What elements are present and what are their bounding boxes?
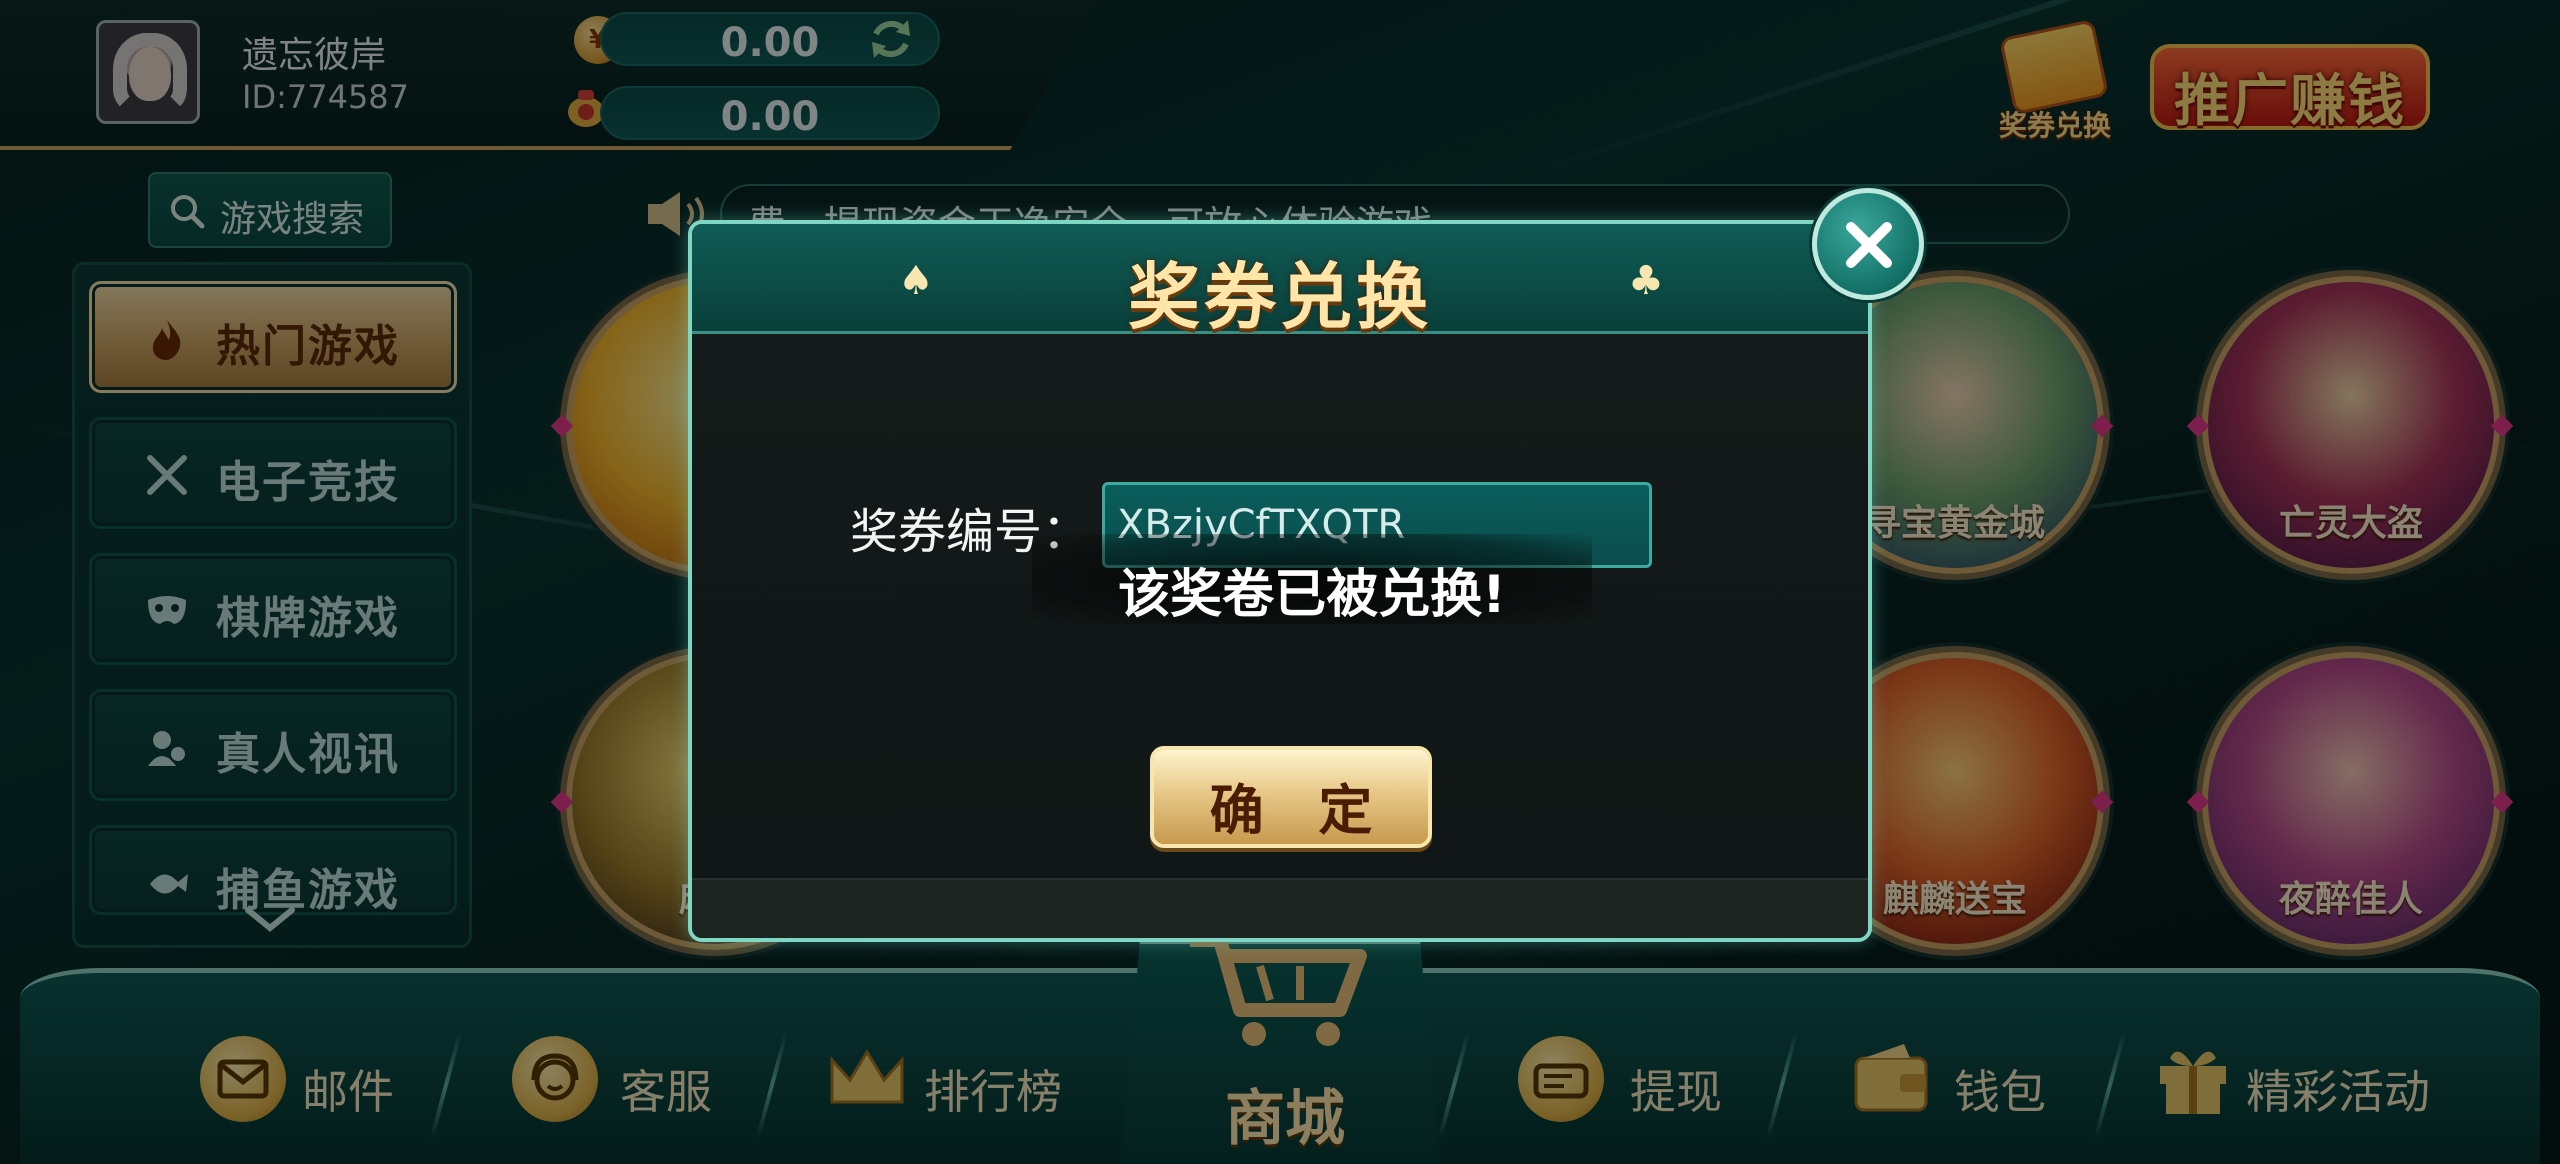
voucher-exchange-dialog: ♠ 奖券兑换 ♣ 奖券编号： 该奖卷已被兑换! 确 定: [688, 220, 1872, 942]
confirm-label: 确 定: [1209, 779, 1391, 842]
close-button[interactable]: [1812, 188, 1924, 300]
toast-message: 该奖卷已被兑换!: [1032, 534, 1592, 625]
confirm-button[interactable]: 确 定: [1150, 746, 1432, 848]
dialog-header: ♠ 奖券兑换 ♣: [692, 224, 1868, 339]
club-icon: ♣: [1628, 258, 1664, 304]
toast-text: 该奖卷已被兑换!: [1118, 565, 1506, 625]
dialog-title: 奖券兑换: [1127, 255, 1432, 339]
close-icon: [1846, 222, 1892, 268]
dialog-footer: [692, 878, 1868, 938]
